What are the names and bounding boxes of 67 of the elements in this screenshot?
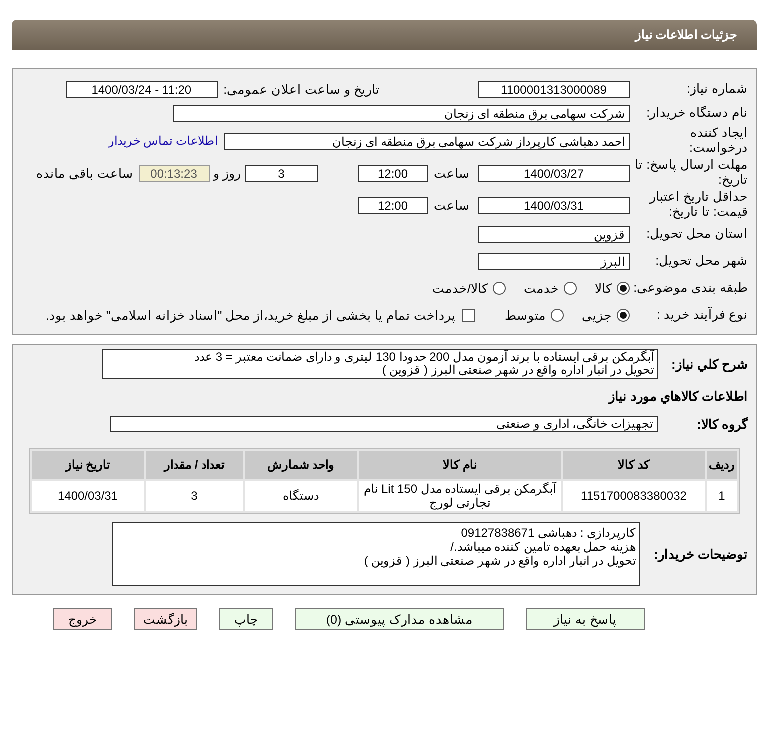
value-field: تجهیزات خانگی، اداری و صنعتی [110, 416, 658, 432]
value-field: 1100001313000089 [478, 80, 630, 98]
contact-link[interactable]: اطلاعات تماس خریدار [108, 134, 218, 148]
radio-button[interactable] [551, 308, 564, 322]
table-cell: آبگرمکن برقی ایستاده مدل Lit 150 نام تجارتی لورج [359, 481, 561, 511]
action-button[interactable]: مشاهده مدارک پیوستی (0) [295, 608, 504, 630]
value-field: البرز [478, 253, 630, 270]
notes-text: هزینه حمل بعهده تامین کننده میباشد./ [450, 540, 636, 554]
field-label: استان محل تحویل: [646, 227, 749, 242]
field-label: ایجاد کننده درخواست: [688, 126, 749, 156]
field-label: خدمت [524, 281, 559, 296]
notes-text: تحویل در انبار اداره واقع در شهر صنعتی البرز ( قزوین ) [363, 554, 636, 568]
radio-button[interactable] [564, 282, 577, 295]
field-label: طبقه بندی موضوعی: [632, 281, 749, 296]
action-button[interactable]: خروج [53, 608, 112, 630]
field-label: متوسط [505, 308, 546, 322]
field-label: ساعت [434, 166, 470, 180]
value-field: 1400/03/27 [478, 164, 630, 182]
value-field: 12:00 [358, 196, 428, 214]
value-field: 1400/03/31 [478, 196, 630, 214]
column-header: کد کالا [563, 451, 705, 479]
radio-button[interactable] [493, 282, 506, 295]
field-label: شهر محل تحویل: [654, 254, 749, 269]
page-header: جزئیات اطلاعات نیاز [12, 20, 757, 50]
field-label: کالا/خدمت [432, 281, 488, 296]
value-field: 1400/03/24 - 11:20 [66, 80, 218, 98]
action-button[interactable]: پاسخ به نیاز [526, 608, 645, 630]
value-field: 00:13:23 [138, 164, 210, 182]
field-label: شماره نیاز: [686, 82, 749, 96]
field-label: توضیحات خریدار: [653, 546, 749, 562]
field-label: نوع فرآیند خرید : [656, 308, 749, 322]
value-field: قزوین [478, 226, 630, 243]
field-label: ساعت باقی مانده [36, 166, 134, 180]
description-text: آبگرمکن برقی ایستاده با برند آزمون مدل 200 حدودا 130 لیتری و دارای ضمانت معتبر = 3 عدد [194, 351, 654, 364]
field-label: گروه کالا: [696, 416, 750, 432]
column-header: تعداد / مقدار [146, 451, 243, 479]
field-label: روز و [214, 166, 241, 180]
table-cell: 1400/03/31 [32, 481, 144, 511]
field-label: پرداخت تمام یا بخشی از مبلغ خرید،از محل "اسناد خزانه اسلامی" خواهد بود. [46, 308, 456, 322]
action-button[interactable]: بازگشت [134, 608, 198, 630]
field-label: ساعت [434, 198, 470, 212]
table-cell: 3 [146, 481, 243, 511]
field-label: مهلت ارسال پاسخ: تا تاریخ: [634, 158, 749, 188]
column-header: واحد شمارش [245, 451, 357, 479]
field-label: شرح کلي نیاز: [670, 356, 749, 372]
field-label: حداقل تاریخ اعتبار قیمت: تا تاریخ: [648, 190, 749, 220]
value-field: 3 [245, 164, 318, 182]
section-title: اطلاعات کالاهاي مورد نياز [607, 389, 749, 404]
field-label: جزیی [582, 308, 612, 322]
value-field: 12:00 [358, 164, 428, 182]
column-header: ردیف [707, 451, 737, 479]
checkbox[interactable] [462, 308, 475, 322]
field-label: نام دستگاه خریدار: [646, 106, 749, 120]
table-cell: دستگاه [245, 481, 357, 511]
table-cell: 1151700083380032 [563, 481, 705, 511]
description-text: تحویل در انبار اداره واقع در شهر صنعتی البرز ( قزوین ) [381, 364, 654, 377]
field-label: کالا [595, 281, 612, 296]
table-cell: 1 [707, 481, 737, 511]
value-field: شرکت سهامی برق منطقه ای زنجان [173, 104, 630, 122]
radio-button[interactable] [617, 282, 630, 295]
notes-text: کارپردازی : دهباشی 09127838671 [460, 526, 636, 540]
column-header: تاریخ نیاز [32, 451, 144, 479]
radio-button[interactable] [617, 308, 630, 322]
value-field: احمد دهباشی کارپرداز شرکت سهامی برق منطقه ای زنجان [224, 132, 630, 150]
action-button[interactable]: چاپ [219, 608, 274, 630]
column-header: نام کالا [359, 451, 561, 479]
field-label: تاریخ و ساعت اعلان عمومی: [224, 82, 380, 96]
